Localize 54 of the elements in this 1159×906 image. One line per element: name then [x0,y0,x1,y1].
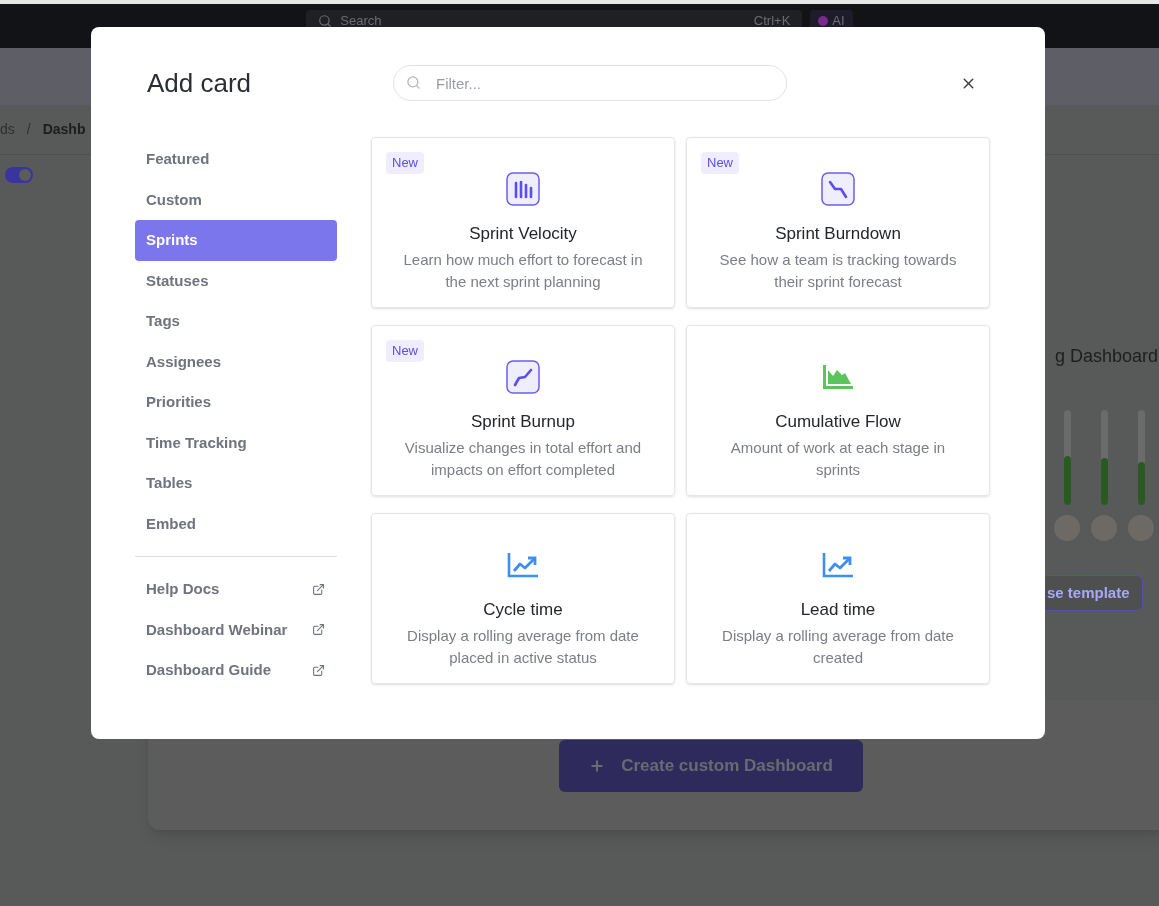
template-title: g Dashboard [1055,345,1159,368]
card-description: See how a team is tracking towards their sprint forecast [718,249,958,292]
card-option[interactable]: Lead time Display a rolling average from date created [686,513,990,685]
external-link-icon [312,663,325,677]
new-badge: New [386,340,424,363]
card-option[interactable]: Cumulative Flow Amount of work at each stage in sprints [686,325,990,497]
search-icon [406,75,421,90]
card-option[interactable]: New Sprint Velocity Learn how much effort to forecast in the next sprint planning [371,137,675,308]
card-option[interactable]: New Sprint Burnup Visualize changes in total effort and impacts on effort completed [371,325,675,497]
filter-field[interactable]: Filter... [393,65,787,101]
new-badge: New [701,152,739,174]
category-item[interactable]: Embed [135,503,337,544]
card-option[interactable]: New Sprint Burndown See how a team is tracking towards their sprint forecast [686,137,990,308]
card-title: Sprint Burnup [471,411,575,434]
card-description: Display a rolling average from date placed in active status [406,625,640,668]
category-item[interactable]: Featured [135,139,337,180]
card-title: Lead time [800,599,876,622]
breadcrumb-separator: / [26,120,31,139]
trend-chart-icon [822,552,854,579]
card-description: Learn how much effort to forecast in the next sprint planning [402,249,644,292]
category-item[interactable]: Tables [135,463,337,504]
trend-chart-icon [507,552,539,579]
card-title: Cycle time [483,599,563,622]
category-item[interactable]: Custom [135,179,337,220]
category-item[interactable]: Tags [135,301,337,342]
category-item[interactable]: Sprints [135,220,337,261]
area-chart-icon [822,364,854,391]
card-title: Cumulative Flow [775,411,901,434]
external-link[interactable]: Dashboard Webinar [135,609,337,650]
breadcrumb-current[interactable]: Dashb [42,119,86,140]
category-item[interactable]: Assignees [135,341,337,382]
card-title: Sprint Velocity [469,223,577,245]
category-item[interactable]: Statuses [135,260,337,301]
category-item[interactable]: Time Tracking [135,422,337,463]
external-link-icon [312,623,325,637]
external-link-icon [312,582,325,596]
category-item[interactable]: Priorities [135,382,337,423]
dialog-title: Add card [146,66,253,100]
search-icon [318,14,333,28]
bar-chart-icon [506,172,540,206]
card-title: Sprint Burndown [775,223,901,245]
downward-line-chart-icon [821,172,855,206]
toggle-switch[interactable] [5,167,33,183]
new-badge: New [386,152,424,174]
card-description: Display a rolling average from date created [721,625,955,668]
external-link[interactable]: Help Docs [135,569,337,610]
shortcut-hint: Ctrl+K [753,12,791,31]
external-link[interactable]: Dashboard Guide [135,650,337,691]
create-dashboard-button[interactable]: Create custom Dashboard [559,740,863,792]
card-description: Visualize changes in total effort and impacts on effort completed [403,437,643,480]
upward-line-chart-icon [506,360,540,395]
use-template-button[interactable]: se template [1045,575,1143,611]
card-description: Amount of work at each stage in sprints [729,437,947,480]
card-option[interactable]: Cycle time Display a rolling average from date placed in active status [371,513,675,685]
